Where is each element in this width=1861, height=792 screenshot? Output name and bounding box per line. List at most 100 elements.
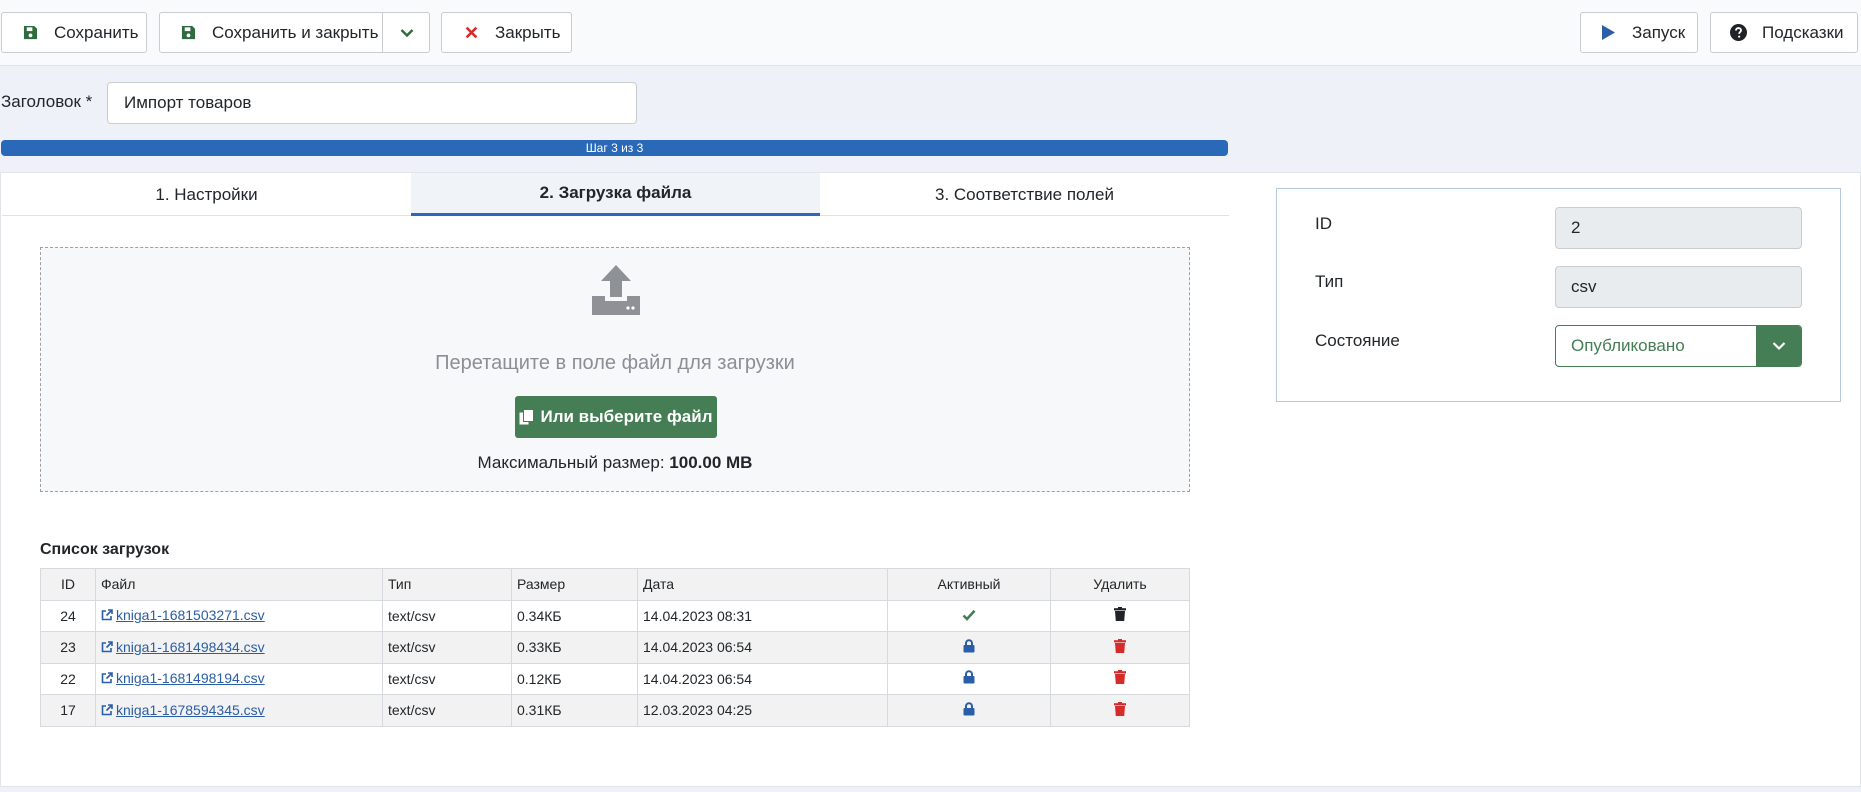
- close-icon: [461, 26, 481, 39]
- toolbar: Сохранить Сохранить и закрыть Закрыть За…: [0, 0, 1861, 66]
- uploads-list-title: Список загрузок: [40, 541, 170, 558]
- file-link-label: kniga1-1681503271.csv: [116, 607, 265, 624]
- question-circle-icon: [1728, 24, 1748, 41]
- col-delete: Удалить: [1050, 568, 1190, 601]
- check-icon: [962, 608, 976, 624]
- dropzone-hint: Перетащите в поле файл для загрузки: [435, 352, 795, 374]
- chevron-down-icon: [1772, 342, 1785, 351]
- trash-icon[interactable]: [1114, 638, 1126, 656]
- row-file: kniga1-1681498434.csv: [95, 631, 383, 664]
- row-delete: [1050, 694, 1190, 727]
- table-header-row: ID Файл Тип Размер Дата Активный Удалить: [40, 568, 1190, 601]
- state-select-toggle[interactable]: [1756, 326, 1801, 366]
- step-progress-fill: Шаг 3 из 3: [1, 140, 1228, 156]
- floppy-disk-icon: [20, 25, 40, 40]
- row-size: 0.33КБ: [511, 631, 638, 664]
- row-file: kniga1-1681498194.csv: [95, 662, 383, 695]
- hints-button-label: Подсказки: [1762, 22, 1844, 42]
- trash-icon[interactable]: [1114, 670, 1126, 687]
- tab-file-upload[interactable]: 2. Загрузка файла: [411, 173, 820, 216]
- id-field: 2: [1555, 207, 1802, 249]
- tab-field-mapping[interactable]: 3. Соответствие полей: [820, 173, 1229, 216]
- tab-settings[interactable]: 1. Настройки: [2, 173, 411, 216]
- row-date: 14.04.2023 06:54: [637, 631, 888, 664]
- chevron-down-icon: [400, 28, 413, 37]
- state-select-value: Опубликовано: [1571, 336, 1685, 355]
- step-progress-bar: Шаг 3 из 3: [1, 140, 1228, 156]
- title-label: Заголовок *: [1, 92, 93, 111]
- trash-icon[interactable]: [1114, 607, 1126, 624]
- col-type: Тип: [382, 568, 512, 601]
- max-size-label: Максимальный размер:: [477, 453, 670, 472]
- wizard-tabs: 1. Настройки 2. Загрузка файла 3. Соотве…: [2, 173, 1229, 216]
- table-row: 23 kniga1-1681498434.csv text/csv 0.33КБ 14.…: [40, 631, 1190, 664]
- row-date: 14.04.2023 08:31: [637, 599, 888, 632]
- row-delete: [1050, 631, 1190, 664]
- row-delete: [1050, 599, 1190, 632]
- close-button-label: Закрыть: [495, 22, 561, 42]
- max-size-value: 100.00 MB: [669, 453, 753, 472]
- file-link-label: kniga1-1681498434.csv: [116, 638, 265, 655]
- play-icon: [1598, 24, 1618, 41]
- file-dropzone[interactable]: Перетащите в поле файл для загрузки Или …: [40, 247, 1190, 492]
- row-file: kniga1-1678594345.csv: [95, 694, 383, 727]
- state-select[interactable]: Опубликовано: [1555, 325, 1802, 367]
- col-date: Дата: [637, 568, 888, 601]
- row-id: 22: [40, 662, 96, 695]
- lock-icon[interactable]: [963, 639, 975, 656]
- file-link[interactable]: kniga1-1681503271.csv: [101, 607, 265, 623]
- state-label: Состояние: [1315, 331, 1400, 350]
- file-link-label: kniga1-1678594345.csv: [116, 701, 265, 718]
- row-id: 24: [40, 599, 96, 632]
- external-link-icon: [101, 640, 113, 653]
- type-label: Тип: [1315, 272, 1344, 291]
- file-link[interactable]: kniga1-1681498434.csv: [101, 639, 265, 655]
- file-link[interactable]: kniga1-1678594345.csv: [101, 702, 265, 718]
- row-size: 0.12КБ: [511, 662, 638, 695]
- row-file: kniga1-1681503271.csv: [95, 599, 383, 632]
- save-button-label: Сохранить: [54, 22, 139, 42]
- table-row: 24 kniga1-1681503271.csv text/csv 0.34КБ 14.…: [40, 599, 1190, 632]
- file-link-label: kniga1-1681498194.csv: [116, 670, 265, 687]
- col-size: Размер: [511, 568, 638, 601]
- row-active: [887, 662, 1051, 695]
- floppy-disk-icon: [178, 25, 198, 40]
- save-options-dropdown-toggle[interactable]: [382, 13, 430, 52]
- row-type: text/csv: [382, 599, 512, 632]
- item-details-panel: ID 2 Тип csv Состояние Опубликовано: [1276, 188, 1841, 402]
- lock-icon[interactable]: [963, 702, 975, 719]
- choose-file-button[interactable]: Или выберите файл: [515, 396, 717, 438]
- trash-icon[interactable]: [1114, 701, 1126, 719]
- run-button[interactable]: Запуск: [1580, 12, 1698, 53]
- row-id: 17: [40, 694, 96, 727]
- lock-icon[interactable]: [963, 670, 975, 687]
- external-link-icon: [101, 703, 113, 716]
- row-active: [887, 631, 1051, 664]
- row-type: text/csv: [382, 662, 512, 695]
- col-file: Файл: [95, 568, 383, 601]
- table-row: 17 kniga1-1678594345.csv text/csv 0.31КБ 12.…: [40, 694, 1190, 727]
- type-field: csv: [1555, 266, 1802, 308]
- upload-tray-icon: [591, 264, 641, 321]
- save-and-close-label: Сохранить и закрыть: [212, 22, 379, 42]
- uploads-table: ID Файл Тип Размер Дата Активный Удалить…: [40, 568, 1190, 727]
- row-delete: [1050, 662, 1190, 695]
- choose-file-label: Или выберите файл: [540, 407, 713, 426]
- row-date: 12.03.2023 04:25: [637, 694, 888, 727]
- title-input[interactable]: Импорт товаров: [107, 82, 637, 124]
- row-type: text/csv: [382, 694, 512, 727]
- max-size-text: Максимальный размер: 100.00 MB: [41, 453, 1189, 473]
- save-and-close-button[interactable]: Сохранить и закрыть: [159, 12, 430, 53]
- save-button[interactable]: Сохранить: [1, 12, 147, 53]
- hints-button[interactable]: Подсказки: [1710, 12, 1858, 53]
- col-active: Активный: [887, 568, 1051, 601]
- external-link-icon: [101, 609, 113, 621]
- file-link[interactable]: kniga1-1681498194.csv: [101, 670, 265, 686]
- table-row: 22 kniga1-1681498194.csv text/csv 0.12КБ 14.…: [40, 662, 1190, 695]
- row-size: 0.34КБ: [511, 599, 638, 632]
- row-type: text/csv: [382, 631, 512, 664]
- row-active: [887, 599, 1051, 632]
- close-button[interactable]: Закрыть: [441, 12, 572, 53]
- row-date: 14.04.2023 06:54: [637, 662, 888, 695]
- row-active: [887, 694, 1051, 727]
